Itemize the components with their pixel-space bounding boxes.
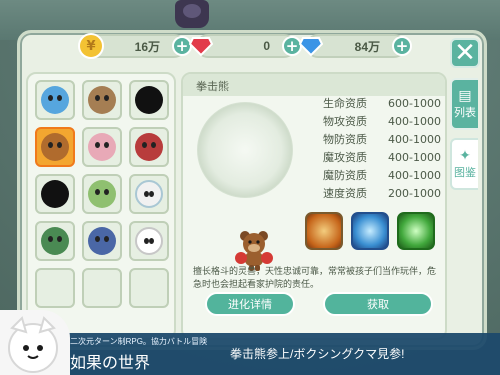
stat-label: 速度资质 — [323, 187, 367, 200]
red-gem-svg — [189, 37, 213, 56]
blue-diamond-svg — [299, 37, 323, 56]
mascot-eye-right — [37, 345, 43, 351]
monster-tile[interactable] — [82, 221, 122, 261]
boxing-glove-left — [235, 252, 247, 264]
monster-grid-panel — [26, 72, 176, 340]
banner-tagline: 二次元ターン制RPG。協力バトル冒険 — [70, 337, 208, 346]
white-ghost-icon — [135, 227, 163, 255]
stat-value: 400-1000 — [388, 150, 441, 164]
mascot-icon — [8, 316, 58, 373]
stat-label: 生命资质 — [323, 97, 367, 110]
monster-tile[interactable] — [129, 221, 169, 261]
monster-tile[interactable] — [35, 174, 75, 214]
stat-value: 600-1000 — [388, 96, 441, 110]
evolve-details-button[interactable]: 进化详情 — [205, 292, 295, 316]
bear-eye-right — [256, 240, 260, 244]
list-icon: ▤ — [458, 88, 472, 104]
monster-tile[interactable] — [82, 174, 122, 214]
stat-row: 物攻资质 400-1000 — [311, 112, 441, 130]
boxing-bear-icon — [41, 133, 69, 161]
monster-grid — [35, 80, 169, 308]
stat-row: 速度资质 200-1000 — [311, 184, 441, 202]
mascot-ear-left — [10, 316, 28, 334]
skills-row — [305, 212, 435, 250]
skill-icon-fire[interactable] — [305, 212, 343, 250]
monster-name: 拳击熊 — [196, 80, 229, 93]
monster-tile[interactable] — [35, 221, 75, 261]
monster-tile[interactable] — [129, 127, 169, 167]
skill-icon-lightning[interactable] — [351, 212, 389, 250]
empty-tile — [129, 268, 169, 308]
green-pig-icon — [88, 180, 116, 208]
stat-label: 魔攻资质 — [323, 151, 367, 164]
monster-tile[interactable] — [82, 80, 122, 120]
add-diamond-button[interactable]: + — [392, 36, 412, 56]
blue-dragon-icon — [88, 227, 116, 255]
pink-monster-icon — [88, 133, 116, 161]
bottom-banner: 二次元ターン制RPG。協力バトル冒険 如果の世界 拳击熊参上/ボクシングクマ見参… — [0, 333, 500, 375]
stat-label: 物攻资质 — [323, 115, 367, 128]
monster-description: 擅长格斗的灵兽，天性忠诚可靠，常常被孩子们当作玩伴，危急时也会担起看家护院的责任… — [193, 267, 437, 290]
mascot-ear-right — [38, 316, 56, 334]
tab-codex-label: 图鉴 — [454, 166, 476, 179]
diamond-currency: 84万 + — [299, 34, 412, 58]
stat-row: 生命资质 600-1000 — [311, 94, 441, 112]
stat-label: 物防资质 — [323, 133, 367, 146]
stat-value: 400-1000 — [388, 168, 441, 182]
stats-list: 生命资质 600-1000 物攻资质 400-1000 物防资质 400-100… — [311, 94, 441, 202]
boxing-glove-right — [261, 252, 273, 264]
empty-tile — [82, 268, 122, 308]
bear-eye-left — [248, 240, 252, 244]
monster-tile[interactable] — [82, 127, 122, 167]
stat-row: 物防资质 400-1000 — [311, 130, 441, 148]
blue-bird-icon — [41, 86, 69, 114]
coin-icon: ¥ — [78, 33, 104, 59]
mascot-eye-left — [23, 345, 29, 351]
currency-bar: ¥ 16万 + 0 + 84万 + — [78, 33, 412, 59]
banner-subtitle: 拳击熊参上/ボクシングクマ見参! — [230, 347, 405, 361]
monster-detail-panel: 拳击熊 生命资质 600-1000 物攻资质 400-1000 物防资质 400… — [181, 72, 447, 340]
tab-list-label: 列表 — [454, 106, 476, 119]
monster-tile[interactable] — [35, 80, 75, 120]
gold-currency: ¥ 16万 + — [78, 33, 192, 59]
mascot-head — [8, 323, 58, 373]
background-character — [175, 0, 209, 28]
close-button[interactable]: ✕ — [450, 38, 480, 68]
game-screen: ¥ 16万 + 0 + 84万 + ✕ 拳击熊 生命资质 600-1000 物攻… — [0, 0, 500, 375]
blue-diamond-icon — [298, 33, 324, 59]
stat-value: 400-1000 — [388, 132, 441, 146]
monster-tile[interactable] — [129, 174, 169, 214]
codex-icon: ✦ — [459, 148, 471, 164]
tab-list[interactable]: ▤ 列表 — [450, 78, 478, 130]
tab-codex[interactable]: ✦ 图鉴 — [450, 138, 478, 190]
monster-tile[interactable] — [129, 80, 169, 120]
ruby-currency: 0 + — [189, 34, 302, 58]
locked-monster-icon — [135, 86, 163, 114]
banner-left: 二次元ターン制RPG。協力バトル冒険 如果の世界 — [70, 333, 207, 373]
bear-body — [245, 252, 263, 266]
mascot-badge — [0, 310, 70, 375]
goggle-beast-icon — [88, 86, 116, 114]
monster-tile-selected[interactable] — [35, 127, 75, 167]
stat-row: 魔攻资质 400-1000 — [311, 148, 441, 166]
stat-value: 400-1000 — [388, 114, 441, 128]
white-cat-icon — [135, 180, 163, 208]
plant-monster-icon — [41, 227, 69, 255]
locked-monster-icon — [41, 180, 69, 208]
skill-icon-nature[interactable] — [397, 212, 435, 250]
monster-portrait — [197, 102, 293, 198]
obtain-button[interactable]: 获取 — [323, 292, 433, 316]
red-gem-icon — [188, 33, 214, 59]
stat-row: 魔防资质 400-1000 — [311, 166, 441, 184]
bear-muzzle — [248, 244, 260, 252]
monster-name-bar: 拳击熊 — [183, 74, 445, 96]
banner-title: 如果の世界 — [70, 355, 151, 372]
stat-label: 魔防资质 — [323, 169, 367, 182]
empty-tile — [35, 268, 75, 308]
red-demon-icon — [135, 133, 163, 161]
stat-value: 200-1000 — [388, 186, 441, 200]
